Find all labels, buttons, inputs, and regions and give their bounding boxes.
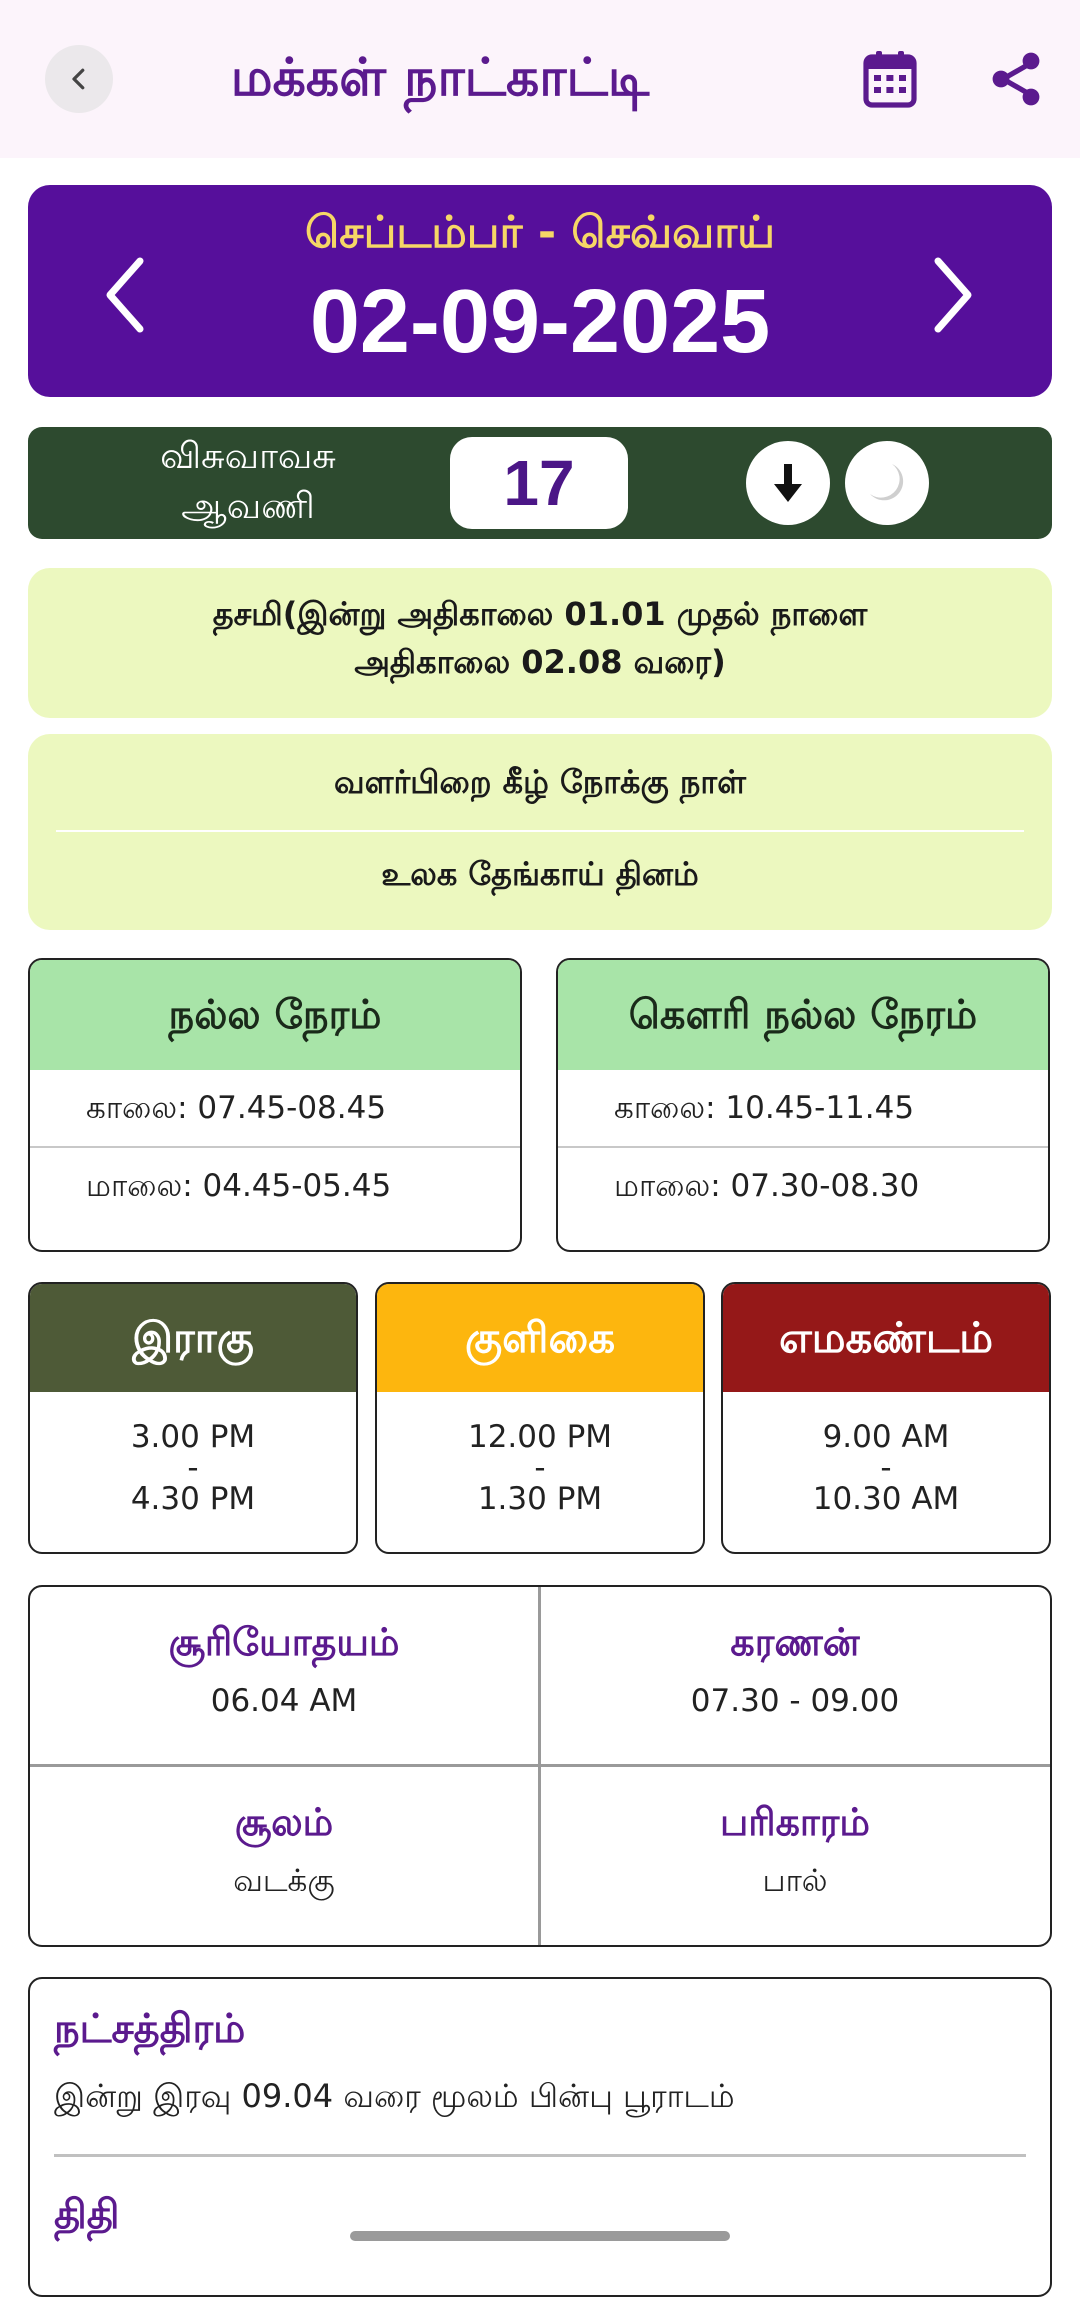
home-indicator[interactable] xyxy=(350,2231,730,2241)
emagandam-title: எமகண்டம் xyxy=(723,1284,1049,1392)
tithi-info-line2: அதிகாலை 02.08 வரை) xyxy=(354,643,726,681)
kuligai-card: குளிகை 12.00 PM - 1.30 PM xyxy=(375,1282,705,1554)
soolam-cell: சூலம் வடக்கு xyxy=(30,1797,538,1903)
karanan-value: 07.30 - 09.00 xyxy=(690,1683,900,1719)
emagandam-from: 9.00 AM xyxy=(822,1419,950,1455)
calendar-button[interactable] xyxy=(858,45,922,113)
details-card: நட்சத்திரம் இன்று இரவு 09.04 வரை மூலம் ப… xyxy=(28,1977,1052,2297)
note-divider xyxy=(56,830,1024,832)
tithi-info-box: தசமி(இன்று அதிகாலை 01.01 முதல் நாளை அதிக… xyxy=(28,568,1052,718)
chevron-left-icon xyxy=(72,68,85,90)
emagandam-separator: - xyxy=(880,1450,892,1486)
month-weekday: செப்டம்பர் - செவ்வாய் xyxy=(305,207,775,258)
kuligai-title: குளிகை xyxy=(377,1284,703,1392)
chevron-right-icon xyxy=(934,257,972,333)
current-date: 02-09-2025 xyxy=(309,272,771,372)
tamil-date-number: 17 xyxy=(450,437,628,529)
moon-phase-button[interactable] xyxy=(845,441,929,525)
tithi-title: திதி xyxy=(54,2192,120,2238)
nalla-neram-card: நல்ல நேரம் காலை: 07.45-08.45 மாலை: 04.45… xyxy=(28,958,522,1252)
emagandam-to: 10.30 AM xyxy=(812,1481,960,1517)
previous-day-button[interactable] xyxy=(90,245,160,345)
tamil-month: ஆவணி xyxy=(181,486,315,527)
kuligai-separator: - xyxy=(534,1450,546,1486)
next-day-button[interactable] xyxy=(918,245,988,345)
sunrise-cell: சூரியோதயம் 06.04 AM xyxy=(30,1617,538,1723)
day-notes-box: வளர்பிறை கீழ் நோக்கு நாள் உலக தேங்காய் த… xyxy=(28,734,1052,930)
soolam-value: வடக்கு xyxy=(233,1863,335,1899)
down-arrow-button[interactable] xyxy=(746,441,830,525)
crescent-moon-icon xyxy=(870,464,904,501)
day-note-1: வளர்பிறை கீழ் நோக்கு நாள் xyxy=(334,763,746,801)
date-card: செப்டம்பர் - செவ்வாய் 02-09-2025 xyxy=(28,185,1052,397)
rahu-title: இராகு xyxy=(30,1284,356,1392)
rahu-to: 4.30 PM xyxy=(130,1481,256,1517)
app-title: மக்கள் நாட்காட்டி xyxy=(230,48,650,108)
parikaram-value: பால் xyxy=(762,1863,828,1899)
gowri-nalla-neram-title: கௌரி நல்ல நேரம் xyxy=(558,960,1048,1070)
emagandam-card: எமகண்டம் 9.00 AM - 10.30 AM xyxy=(721,1282,1051,1554)
arrow-down-icon xyxy=(774,464,802,502)
gowri-nalla-neram-morning: காலை: 10.45-11.45 xyxy=(614,1090,915,1126)
gowri-nalla-neram-evening: மாலை: 07.30-08.30 xyxy=(614,1168,920,1204)
rahu-time: 3.00 PM - 4.30 PM xyxy=(30,1392,356,1515)
nalla-neram-evening: மாலை: 04.45-05.45 xyxy=(86,1168,392,1204)
tithi-info-line1: தசமி(இன்று அதிகாலை 01.01 முதல் நாளை xyxy=(212,595,868,633)
nalla-neram-morning: காலை: 07.45-08.45 xyxy=(86,1090,387,1126)
karanan-title: கரணன் xyxy=(730,1620,860,1664)
rahu-from: 3.00 PM xyxy=(130,1419,256,1455)
nakshatra-title: நட்சத்திரம் xyxy=(54,2006,246,2052)
nakshatra-text: இன்று இரவு 09.04 வரை மூலம் பின்பு பூராடம… xyxy=(54,2077,735,2115)
sunrise-value: 06.04 AM xyxy=(210,1683,358,1719)
karanan-cell: கரணன் 07.30 - 09.00 xyxy=(541,1617,1049,1723)
parikaram-cell: பரிகாரம் பால் xyxy=(541,1797,1049,1903)
rahu-separator: - xyxy=(187,1450,199,1486)
tamil-year-month: விசுவாவசு ஆவணி xyxy=(88,432,408,532)
tamil-date-bar: விசுவாவசு ஆவணி 17 xyxy=(28,427,1052,539)
tamil-year: விசுவாவசு xyxy=(160,436,336,477)
sunrise-title: சூரியோதயம் xyxy=(168,1620,400,1664)
grid-horizontal-divider xyxy=(30,1764,1050,1767)
detail-divider xyxy=(54,2154,1026,2157)
kuligai-from: 12.00 PM xyxy=(467,1419,613,1455)
panchang-grid: சூரியோதயம் 06.04 AM கரணன் 07.30 - 09.00 … xyxy=(28,1585,1052,1947)
calendar-icon xyxy=(863,51,917,108)
app-bar: மக்கள் நாட்காட்டி xyxy=(0,0,1080,158)
gowri-nalla-neram-card: கௌரி நல்ல நேரம் காலை: 10.45-11.45 மாலை: … xyxy=(556,958,1050,1252)
parikaram-title: பரிகாரம் xyxy=(720,1800,870,1844)
soolam-title: சூலம் xyxy=(234,1800,334,1844)
tithi-info-text: தசமி(இன்று அதிகாலை 01.01 முதல் நாளை அதிக… xyxy=(68,590,1012,686)
emagandam-time: 9.00 AM - 10.30 AM xyxy=(723,1392,1049,1515)
back-button[interactable] xyxy=(45,45,113,113)
share-icon xyxy=(992,52,1040,106)
share-button[interactable] xyxy=(985,45,1049,113)
nalla-neram-title: நல்ல நேரம் xyxy=(30,960,520,1070)
rahu-card: இராகு 3.00 PM - 4.30 PM xyxy=(28,1282,358,1554)
kuligai-to: 1.30 PM xyxy=(477,1481,603,1517)
chevron-left-icon xyxy=(106,257,144,333)
day-note-2: உலக தேங்காய் தினம் xyxy=(381,855,699,893)
kuligai-time: 12.00 PM - 1.30 PM xyxy=(377,1392,703,1515)
